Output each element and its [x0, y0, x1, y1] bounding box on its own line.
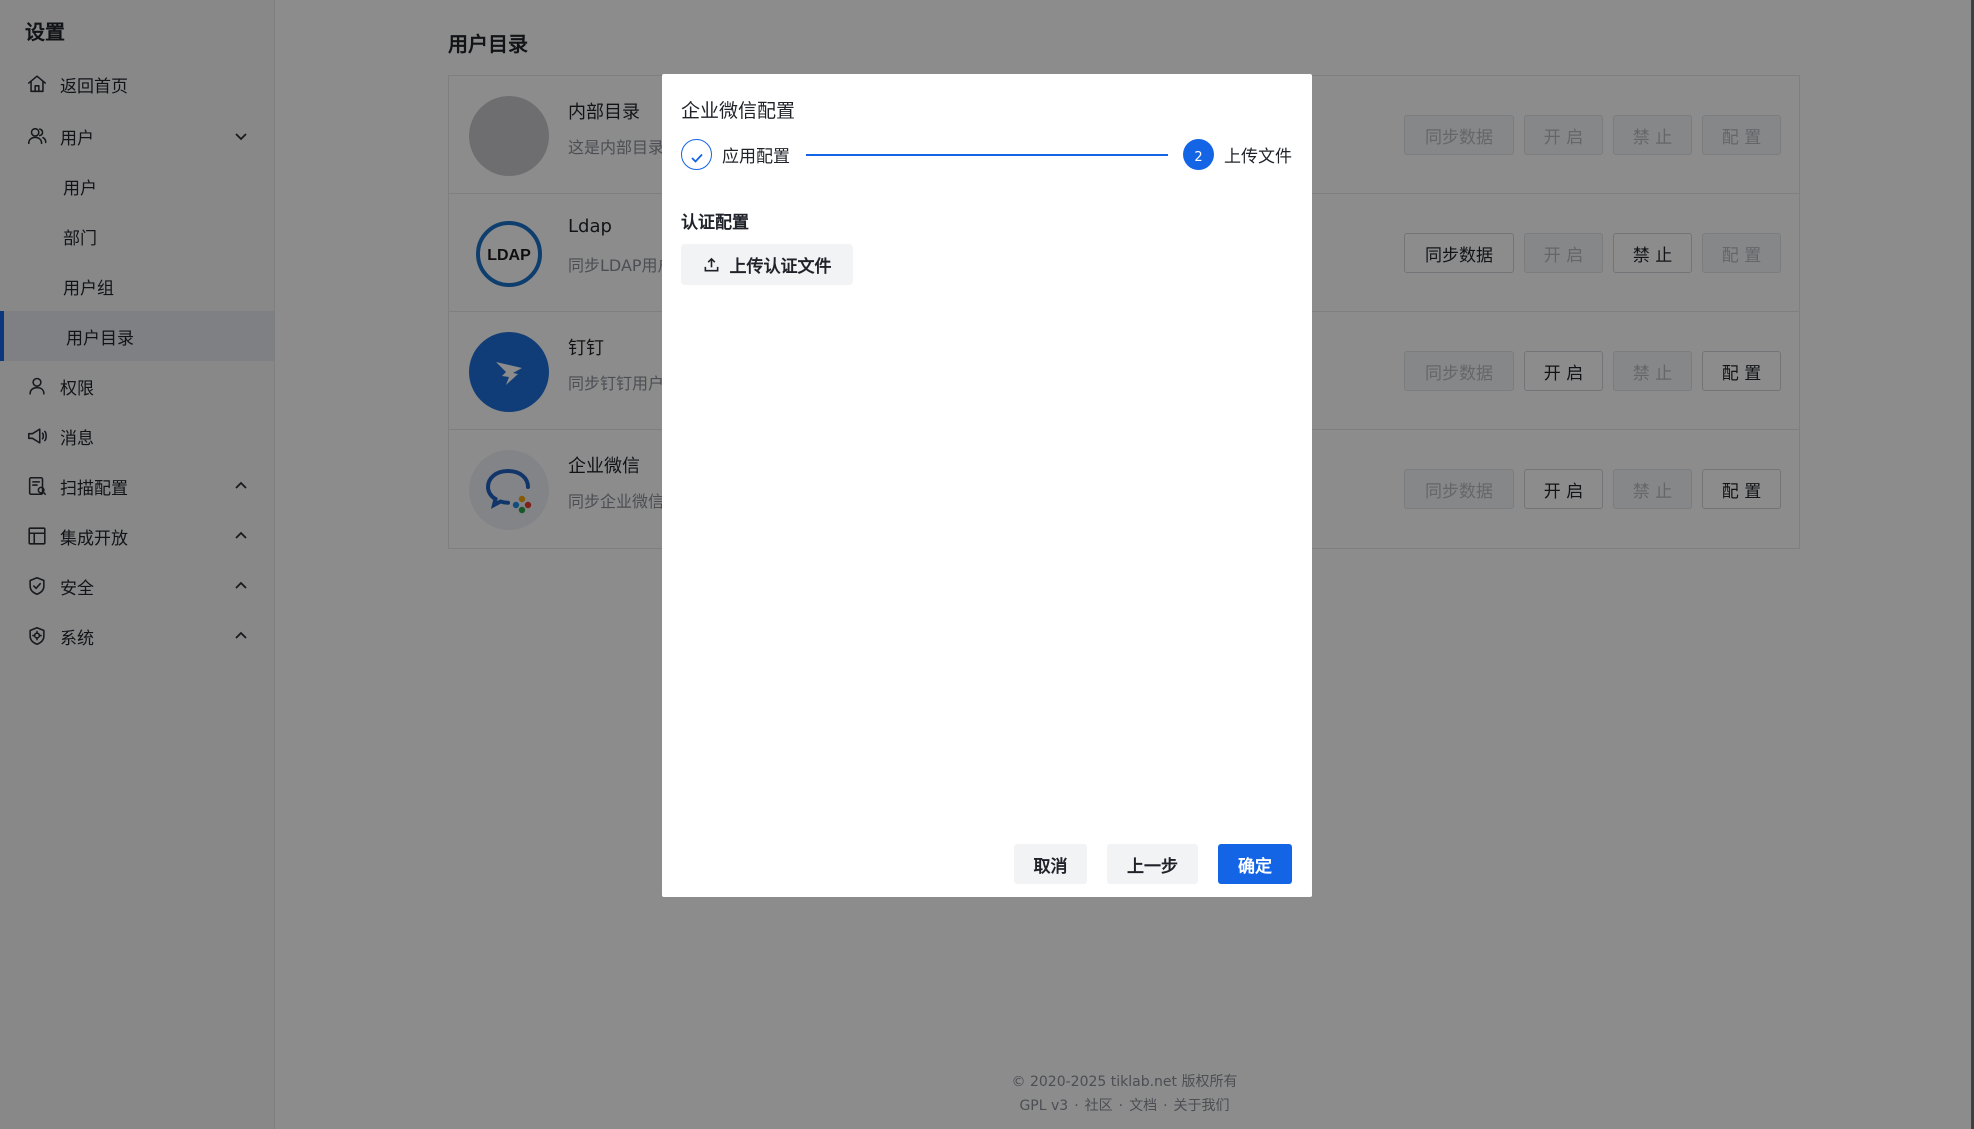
step-upload-file[interactable]: 2 上传文件	[1183, 139, 1292, 170]
confirm-button[interactable]: 确定	[1218, 844, 1292, 884]
auth-config-label: 认证配置	[681, 213, 749, 233]
step-label: 上传文件	[1224, 147, 1292, 167]
upload-icon	[704, 257, 718, 272]
upload-auth-file-button[interactable]: 上传认证文件	[681, 244, 853, 285]
modal-title: 企业微信配置	[681, 100, 796, 122]
step-app-config[interactable]: 应用配置	[681, 139, 790, 170]
step-connector	[806, 154, 1168, 156]
step-label: 应用配置	[722, 147, 790, 167]
step-number: 2	[1183, 139, 1214, 170]
check-icon	[681, 139, 712, 170]
prev-step-button[interactable]: 上一步	[1107, 844, 1198, 884]
cancel-button[interactable]: 取消	[1014, 844, 1087, 884]
wecom-config-modal: 企业微信配置 应用配置 2 上传文件 认证配置 上传认证文件 取消 上一步 确定	[662, 74, 1312, 897]
upload-label: 上传认证文件	[729, 257, 832, 277]
